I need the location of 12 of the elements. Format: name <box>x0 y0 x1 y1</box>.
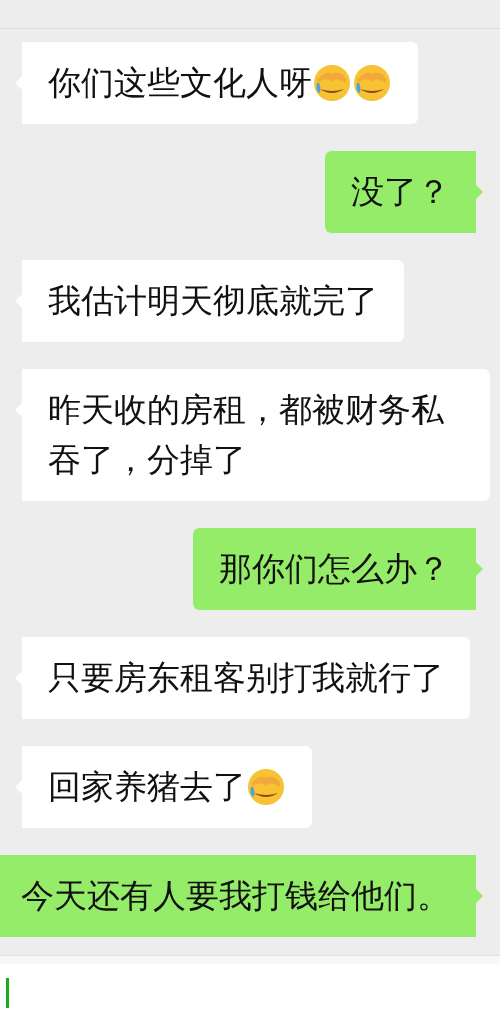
message-text: 你们这些文化人呀 <box>48 62 312 104</box>
message-text: 今天还有人要我打钱给他们。 <box>21 875 450 917</box>
crying-face-icon <box>246 767 286 807</box>
crying-face-icon <box>312 63 352 103</box>
message-text: 只要房东租客别打我就行了 <box>48 657 444 699</box>
message-text: 我估计明天彻底就完了 <box>48 280 378 322</box>
input-field[interactable] <box>0 964 500 1009</box>
message-text: 昨天收的房租，都被财务私吞了，分掉了 <box>48 389 445 481</box>
message-text: 回家养猪去了 <box>48 766 246 808</box>
message-text: 那你们怎么办？ <box>219 548 450 590</box>
message-text: 没了？ <box>351 171 450 213</box>
crying-face-icon <box>352 63 392 103</box>
